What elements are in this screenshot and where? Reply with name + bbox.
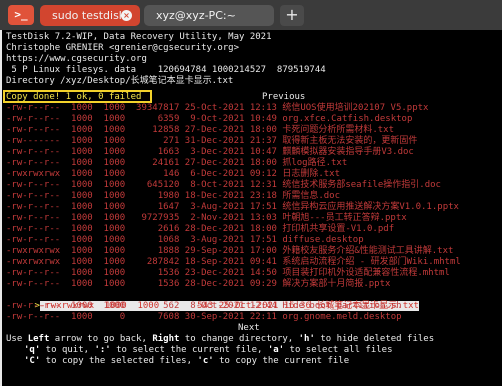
copy-status: Copy done! 1 ok, 0 failed: [6, 92, 142, 102]
tab-xyz-shell[interactable]: xyz@xyz-PC:~: [144, 5, 274, 26]
help-line-2: 'q' to quit, ':' to select the current f…: [24, 345, 393, 355]
file-row[interactable]: -rw-r--r-- 1000 1000 6359 9-Oct-2021 10:…: [6, 114, 412, 125]
tab-bar: >_ sudo testdisk × xyz@xyz-PC:~ +: [0, 0, 502, 30]
directory-line: Directory /xyz/Desktop/长城笔记本显卡显示.txt: [6, 76, 234, 86]
file-row[interactable]: -rw-r--r-- 1000 1000 24161 27-Dec-2021 1…: [6, 158, 347, 169]
file-row[interactable]: -rw-r--r-- 1000 1000 562 8-Oct-2021 12:4…: [6, 301, 402, 312]
tab-label: sudo testdisk: [52, 9, 126, 22]
file-row[interactable]: -rwxrwxrwx 1000 1000 146 6-Dec-2021 09:1…: [6, 169, 340, 180]
close-icon[interactable]: ×: [121, 10, 132, 21]
help-line-1: Use Left arrow to go back, Right to chan…: [6, 334, 435, 344]
header-line: TestDisk 7.2-WIP, Data Recovery Utility,…: [6, 32, 272, 42]
partition-line: 5 P Linux filesys. data 120694784 100021…: [6, 65, 326, 75]
selected-file-row[interactable]: >-rwxrwxrwx 1000 1000 543 25-Oct-2021 16…: [2, 290, 419, 311]
file-row[interactable]: -rw-r--r-- 1000 1000 1647 3-Aug-2021 17:…: [6, 202, 459, 213]
tab-label: xyz@xyz-PC:~: [156, 9, 236, 22]
file-row[interactable]: -rw-r--r-- 1000 1000 1980 18-Dec-2021 23…: [6, 191, 340, 202]
header-line: https://www.cgsecurity.org: [6, 54, 147, 64]
previous-label: Previous: [262, 92, 306, 102]
file-row[interactable]: -rw-r--r-- 1000 1000 1536 28-Dec-2021 09…: [6, 279, 390, 290]
terminal-output[interactable]: TestDisk 7.2-WIP, Data Recovery Utility,…: [2, 30, 502, 386]
next-label: Next: [238, 323, 260, 333]
tab-sudo-testdisk[interactable]: sudo testdisk ×: [40, 5, 140, 26]
file-row[interactable]: -rw-r--r-- 1000 0 7608 30-Sep-2021 22:11…: [6, 312, 402, 323]
file-row[interactable]: -rw-r--r-- 1000 1000 9727935 2-Nov-2021 …: [6, 213, 407, 224]
header-line: Christophe GRENIER <grenier@cgsecurity.o…: [6, 43, 239, 53]
file-row[interactable]: -rwxrwxrwx 1000 1000 1888 29-Sep-2021 17…: [6, 246, 453, 257]
file-row[interactable]: -rw-r--r-- 1000 1000 645120 8-Oct-2021 1…: [6, 180, 441, 191]
file-row[interactable]: -rwxrwxrwx 1000 1000 287842 18-Sep-2021 …: [6, 257, 461, 268]
file-row[interactable]: -rw-r--r-- 1000 1000 39347817 25-Oct-202…: [6, 103, 428, 114]
file-row[interactable]: -rw------- 1000 1000 271 31-Dec-2021 21:…: [6, 136, 417, 147]
file-row[interactable]: -rw-r--r-- 1000 1000 1068 3-Aug-2021 17:…: [6, 235, 364, 246]
file-row[interactable]: -rw-r--r-- 1000 1000 2616 28-Dec-2021 18…: [6, 224, 394, 235]
file-row[interactable]: -rw-r--r-- 1000 1000 1536 23-Dec-2021 14…: [6, 268, 450, 279]
terminal-icon[interactable]: >_: [8, 5, 34, 25]
file-row[interactable]: -rw-r--r-- 1000 1000 12858 27-Dec-2021 1…: [6, 125, 394, 136]
file-row[interactable]: -rw-r--r-- 1000 1000 1663 3-Dec-2021 10:…: [6, 147, 414, 158]
new-tab-button[interactable]: +: [280, 5, 304, 26]
terminal-window: >_ sudo testdisk × xyz@xyz-PC:~ + TestDi…: [0, 0, 502, 386]
help-line-3: 'C' to copy the selected files, 'c' to c…: [24, 356, 350, 366]
